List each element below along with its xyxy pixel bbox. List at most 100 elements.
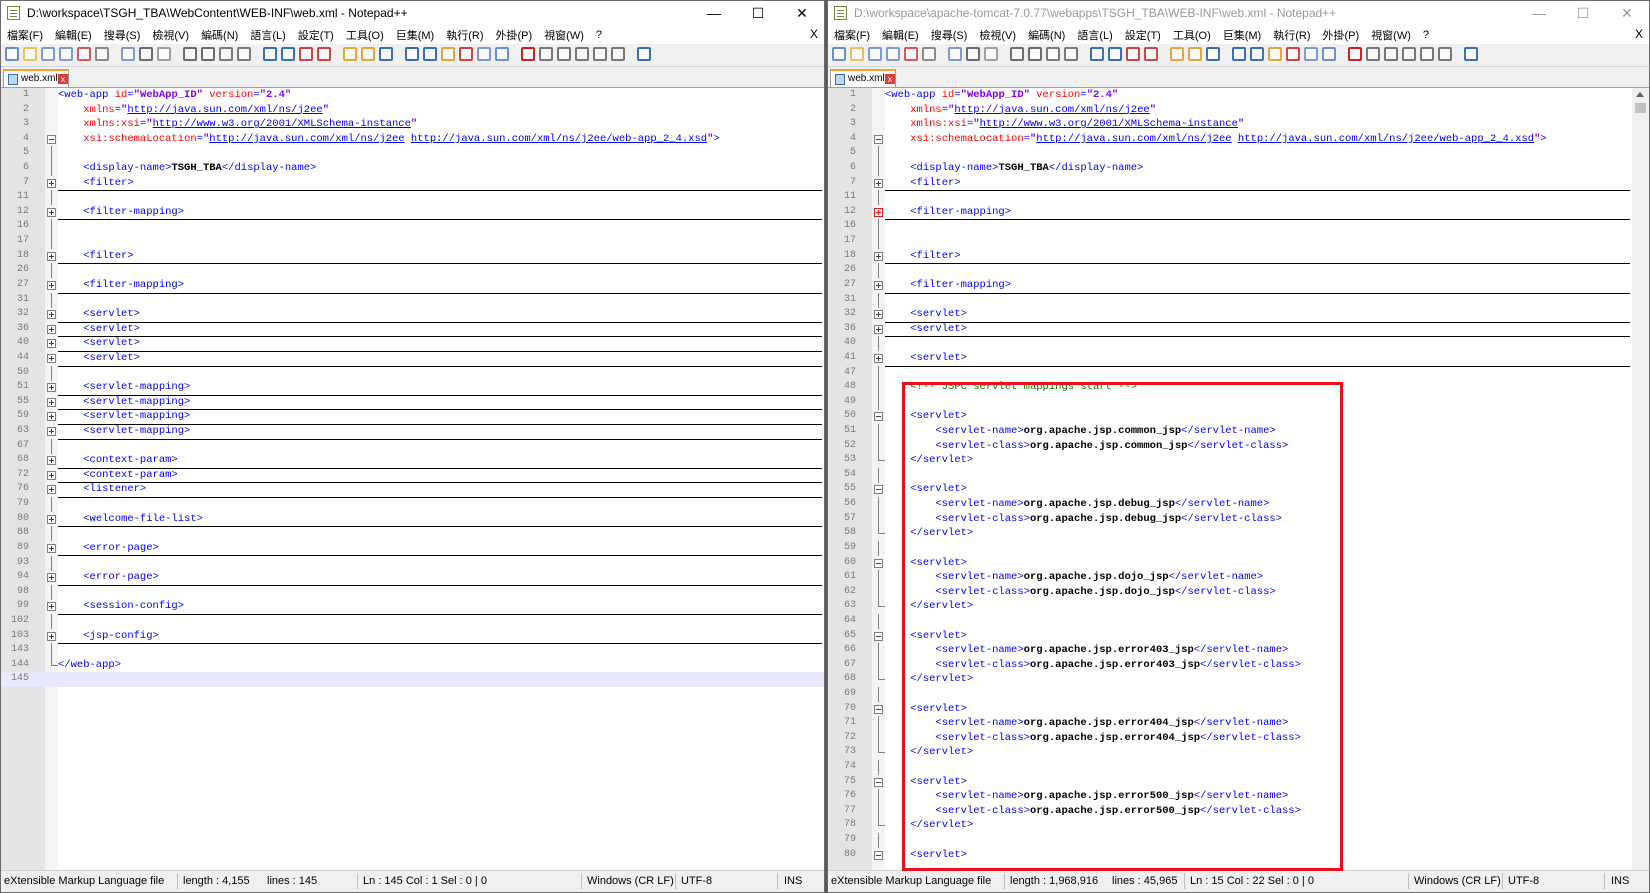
toolbar-button-icon[interactable] <box>95 47 109 61</box>
menu-edit[interactable]: 編輯(E) <box>876 27 925 43</box>
menu-settings[interactable]: 設定(T) <box>292 27 340 43</box>
menu-language[interactable]: 語言(L) <box>244 27 291 43</box>
menu-plugins[interactable]: 外掛(P) <box>490 27 539 43</box>
code-line[interactable]: 27 <filter-mapping> <box>828 278 1632 294</box>
code-line[interactable]: 50 <box>1 365 824 381</box>
menu-tools[interactable]: 工具(O) <box>340 27 390 43</box>
code-line[interactable]: 59 <servlet-mapping> <box>1 409 824 425</box>
toolbar-button-icon[interactable] <box>1206 47 1220 61</box>
toolbar-button-icon[interactable] <box>59 47 73 61</box>
code-line[interactable]: 89 <error-page> <box>1 541 824 557</box>
vertical-scrollbar[interactable] <box>1632 88 1649 871</box>
toolbar-button-icon[interactable] <box>1250 47 1264 61</box>
toolbar-button-icon[interactable] <box>201 47 215 61</box>
code-line[interactable]: 44 <servlet> <box>1 351 824 367</box>
code-line[interactable]: 31 <box>828 292 1632 308</box>
code-line[interactable]: 36 <servlet> <box>1 322 824 338</box>
toolbar-button-icon[interactable] <box>1090 47 1104 61</box>
code-token[interactable]: http://java.sun.com/xml/ns/j2ee <box>127 104 322 116</box>
fold-plus-icon[interactable] <box>47 573 56 583</box>
code-token[interactable]: http://www.w3.org/2001/XMLSchema-instanc… <box>153 118 411 130</box>
code-line[interactable]: 3 xmlns:xsi="http://www.w3.org/2001/XMLS… <box>828 117 1632 132</box>
toolbar-button-icon[interactable] <box>1304 47 1318 61</box>
toolbar-button-icon[interactable] <box>1232 47 1246 61</box>
code-line[interactable]: 18 <filter> <box>828 249 1632 265</box>
code-line[interactable]: 7 <filter> <box>828 176 1632 192</box>
code-line[interactable]: 1 <web-app id="WebApp_ID" version="2.4" <box>1 88 824 103</box>
toolbar-button-icon[interactable] <box>263 47 277 61</box>
toolbar-button-icon[interactable] <box>521 47 535 61</box>
toolbar-button-icon[interactable] <box>41 47 55 61</box>
fold-plus-icon[interactable] <box>47 602 56 612</box>
code-line[interactable]: 94 <error-page> <box>1 570 824 586</box>
code-line[interactable]: 145 <box>1 672 824 687</box>
code-line[interactable]: 102 <box>1 613 824 629</box>
toolbar-button-icon[interactable] <box>361 47 375 61</box>
code-token[interactable]: http://java.sun.com/xml/ns/j2ee/web-app_… <box>411 133 707 145</box>
toolbar-button-icon[interactable] <box>1144 47 1158 61</box>
menu-macro[interactable]: 巨集(M) <box>1217 27 1268 43</box>
toolbar-button-icon[interactable] <box>850 47 864 61</box>
code-line[interactable]: 79 <box>1 497 824 513</box>
code-token[interactable]: http://java.sun.com/xml/ns/j2ee/web-app_… <box>1238 133 1534 145</box>
toolbar-button-icon[interactable] <box>1438 47 1452 61</box>
code-line[interactable]: 67 <box>1 438 824 454</box>
fold-minus-icon[interactable] <box>874 558 883 568</box>
toolbar-button-icon[interactable] <box>405 47 419 61</box>
code-line[interactable]: 88 <box>1 526 824 542</box>
toolbar-button-icon[interactable] <box>1064 47 1078 61</box>
tab-close-icon[interactable]: x <box>885 74 895 84</box>
toolbar-button-icon[interactable] <box>495 47 509 61</box>
menu-file[interactable]: 檔案(F) <box>828 27 876 43</box>
code-line[interactable]: 17 <box>1 234 824 250</box>
code-line[interactable]: 2 xmlns="http://java.sun.com/xml/ns/j2ee… <box>1 103 824 118</box>
toolbar-button-icon[interactable] <box>139 47 153 61</box>
fold-plus-icon[interactable] <box>47 383 56 393</box>
code-line[interactable]: 7 <filter> <box>1 176 824 192</box>
code-line[interactable]: 68 <context-param> <box>1 453 824 469</box>
menu-window[interactable]: 視窗(W) <box>1365 27 1417 43</box>
fold-plus-icon[interactable] <box>47 353 56 363</box>
toolbar-button-icon[interactable] <box>5 47 19 61</box>
code-line[interactable]: 27 <filter-mapping> <box>1 278 824 294</box>
fold-plus-icon[interactable] <box>874 207 883 217</box>
menu-encoding[interactable]: 編碼(N) <box>195 27 244 43</box>
menu-file[interactable]: 檔案(F) <box>1 27 49 43</box>
code-token[interactable]: http://java.sun.com/xml/ns/j2ee <box>1036 133 1231 145</box>
toolbar-button-icon[interactable] <box>1010 47 1024 61</box>
fold-plus-icon[interactable] <box>47 280 56 290</box>
toolbar-button-icon[interactable] <box>477 47 491 61</box>
toolbar-button-icon[interactable] <box>984 47 998 61</box>
fold-minus-icon[interactable] <box>874 134 883 144</box>
fold-plus-icon[interactable] <box>47 251 56 261</box>
menu-view[interactable]: 檢視(V) <box>973 27 1022 43</box>
menu-search[interactable]: 搜尋(S) <box>98 27 147 43</box>
toolbar-button-icon[interactable] <box>966 47 980 61</box>
fold-plus-icon[interactable] <box>47 470 56 480</box>
fold-plus-icon[interactable] <box>47 514 56 524</box>
fold-plus-icon[interactable] <box>874 178 883 188</box>
tab-close-icon[interactable]: x <box>58 74 68 84</box>
code-line[interactable]: 98 <box>1 584 824 600</box>
close-button[interactable]: ✕ <box>1605 1 1649 25</box>
code-line[interactable]: 26 <box>1 263 824 279</box>
fold-plus-icon[interactable] <box>47 324 56 334</box>
code-line[interactable]: 12 <filter-mapping> <box>1 205 824 221</box>
fold-minus-icon[interactable] <box>47 134 56 144</box>
fold-minus-icon[interactable] <box>874 485 883 495</box>
fold-minus-icon[interactable] <box>874 631 883 641</box>
toolbar-button-icon[interactable] <box>1402 47 1416 61</box>
toolbar-button-icon[interactable] <box>1366 47 1380 61</box>
toolbar-button-icon[interactable] <box>1420 47 1434 61</box>
toolbar-button-icon[interactable] <box>557 47 571 61</box>
code-line[interactable]: 32 <servlet> <box>1 307 824 323</box>
toolbar-button-icon[interactable] <box>299 47 313 61</box>
toolbar-button-icon[interactable] <box>441 47 455 61</box>
tab-web-xml[interactable]: web.xml x <box>830 69 896 87</box>
toolbar-button-icon[interactable] <box>157 47 171 61</box>
toolbar-button-icon[interactable] <box>575 47 589 61</box>
fold-plus-icon[interactable] <box>47 485 56 495</box>
code-line[interactable]: 5 <box>828 146 1632 162</box>
toolbar-button-icon[interactable] <box>904 47 918 61</box>
code-line[interactable]: 4 xsi:schemaLocation="http://java.sun.co… <box>1 132 824 147</box>
